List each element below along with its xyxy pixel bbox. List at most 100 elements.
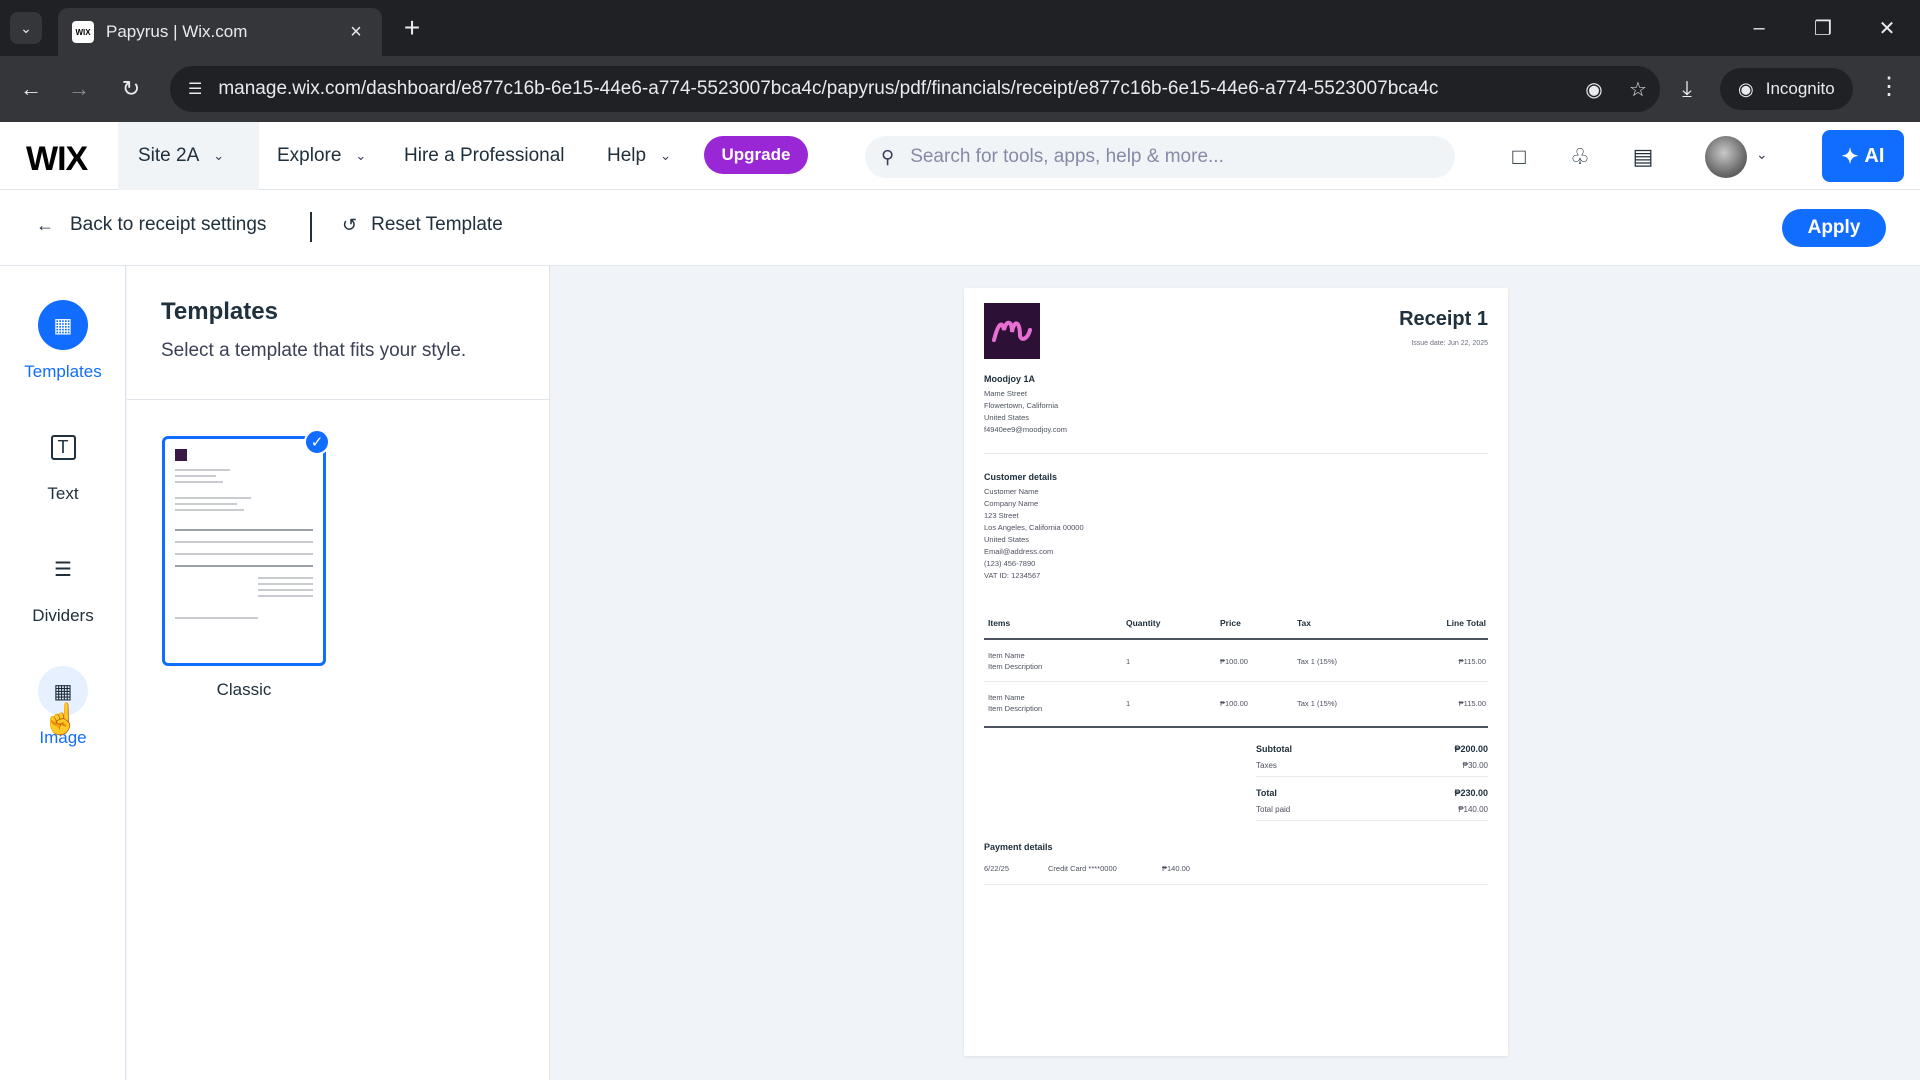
minimize-icon[interactable]: – <box>1736 10 1782 46</box>
nav-hire-professional[interactable]: Hire a Professional <box>404 122 565 190</box>
editor-subheader: ← Back to receipt settings ↺ Reset Templ… <box>0 190 1920 266</box>
apply-button[interactable]: Apply <box>1782 209 1886 247</box>
customer-details[interactable]: Customer details Customer Name Company N… <box>984 472 1284 582</box>
incognito-icon: ◉ <box>1738 78 1754 99</box>
table-header: Line Total <box>1446 618 1486 628</box>
total-value: ₱230.00 <box>1454 788 1488 798</box>
payment-date: 6/22/25 <box>984 864 1010 873</box>
rail-item-dividers[interactable]: ☰ Dividers <box>0 544 126 644</box>
back-arrow-icon[interactable]: ← <box>14 72 48 106</box>
item-cell: Item Name Item Description <box>988 650 1042 672</box>
forward-arrow-icon[interactable]: → <box>62 72 96 106</box>
window-close-icon[interactable]: ✕ <box>1864 10 1910 46</box>
rail-item-templates[interactable]: ▦ Templates <box>0 300 126 400</box>
restore-icon[interactable]: ❐ <box>1800 10 1846 46</box>
template-thumbnail-logo <box>175 449 187 461</box>
item-description: Item Description <box>988 662 1043 671</box>
divider <box>984 453 1488 454</box>
reset-label: Reset Template <box>371 214 503 235</box>
incognito-badge[interactable]: ◉ Incognito <box>1720 68 1853 110</box>
table-header: Quantity <box>1126 618 1161 628</box>
receipt-title[interactable]: Receipt 1 <box>1399 308 1488 331</box>
ai-assistant-button[interactable]: ✦ AI <box>1822 130 1904 182</box>
payment-heading: Payment details <box>984 842 1053 852</box>
rail-item-text[interactable]: T Text <box>0 422 126 522</box>
template-name: Classic <box>216 680 272 699</box>
nav-help[interactable]: Help ⌄ <box>607 122 671 190</box>
browser-tab[interactable]: WIX Papyrus | Wix.com × <box>58 8 382 56</box>
total-cell: ₱115.00 <box>1458 657 1486 666</box>
reset-template-button[interactable]: ↺ Reset Template <box>342 214 503 236</box>
browser-menu-icon[interactable]: ⋮ <box>1872 72 1906 101</box>
thumb-line <box>257 595 313 597</box>
table-row: Item Name Item Description 1 ₱100.00 Tax… <box>984 640 1488 682</box>
qty-cell: 1 <box>1126 657 1131 666</box>
nav-help-label: Help <box>607 145 647 166</box>
reset-icon: ↺ <box>342 214 358 235</box>
site-selector[interactable]: Site 2A ⌄ <box>118 122 259 190</box>
total-paid-value: ₱140.00 <box>1458 805 1488 814</box>
dividers-icon: ☰ <box>54 558 72 581</box>
panel-header: Templates Select a template that fits yo… <box>127 266 549 400</box>
upgrade-button[interactable]: Upgrade <box>704 136 808 174</box>
thumb-line <box>175 469 231 471</box>
customer-line: 123 Street <box>984 511 1019 520</box>
chat-icon[interactable]: □ <box>1502 142 1536 172</box>
total-cell: ₱115.00 <box>1458 699 1486 708</box>
payment-amount: ₱140.00 <box>1162 864 1190 873</box>
taxes-value: ₱30.00 <box>1462 761 1488 770</box>
business-card-icon[interactable]: ▤ <box>1626 142 1660 172</box>
omnibox[interactable]: ☰ manage.wix.com/dashboard/e877c16b-6e15… <box>170 66 1660 112</box>
issue-date: Issue date: Jun 22, 2025 <box>1411 340 1488 347</box>
receipt-preview: Receipt 1 Issue date: Jun 22, 2025 Moodj… <box>964 288 1508 1056</box>
download-icon[interactable]: ⤓ <box>1670 72 1704 106</box>
divider <box>984 884 1488 885</box>
site-name: Site 2A <box>138 145 200 166</box>
customer-line: United States <box>984 535 1030 544</box>
wix-favicon-icon: WIX <box>72 21 94 43</box>
thumb-line <box>175 503 238 505</box>
price-cell: ₱100.00 <box>1220 699 1248 708</box>
thumb-line <box>175 475 217 477</box>
wix-logo[interactable]: WIX <box>26 140 88 179</box>
thumb-line <box>175 553 313 555</box>
rail-label-templates: Templates <box>24 362 102 381</box>
payment-row: 6/22/25 Credit Card ****0000 ₱140.00 <box>984 860 1488 880</box>
hand-cursor-icon: ☝ <box>42 703 80 736</box>
back-to-receipt-settings-link[interactable]: ← Back to receipt settings <box>36 214 266 236</box>
eye-off-icon[interactable]: ◉ <box>1572 77 1616 102</box>
payment-details[interactable]: Payment details 6/22/25 Credit Card ****… <box>984 842 1488 885</box>
table-row: Item Name Item Description 1 ₱100.00 Tax… <box>984 682 1488 724</box>
avatar[interactable] <box>1705 136 1747 178</box>
template-card-classic[interactable] <box>162 436 326 666</box>
arrow-left-icon: ← <box>36 214 54 235</box>
item-description: Item Description <box>988 704 1043 713</box>
customer-heading: Customer details <box>984 472 1058 482</box>
price-cell: ₱100.00 <box>1220 657 1248 666</box>
customer-line: Los Angeles, California 00000 <box>984 523 1084 532</box>
wix-top-bar: WIX Site 2A ⌄ Explore ⌄ Hire a Professio… <box>0 122 1920 190</box>
thumb-line <box>175 541 313 543</box>
thumb-line <box>175 529 313 531</box>
nav-explore[interactable]: Explore ⌄ <box>277 122 366 190</box>
tab-list-chevron-icon[interactable]: ⌄ <box>10 12 42 44</box>
url-text[interactable]: manage.wix.com/dashboard/e877c16b-6e15-4… <box>218 78 1572 100</box>
address-bar: ← → ↻ ☰ manage.wix.com/dashboard/e877c16… <box>0 56 1920 122</box>
tab-close-icon[interactable]: × <box>344 21 368 44</box>
search-input[interactable]: ⚲ Search for tools, apps, help & more... <box>865 136 1455 178</box>
thumb-line <box>257 583 313 585</box>
customer-line: (123) 456-7890 <box>984 559 1036 568</box>
chevron-down-icon[interactable]: ⌄ <box>1756 146 1768 163</box>
reload-icon[interactable]: ↻ <box>114 72 148 106</box>
bookmark-star-icon[interactable]: ☆ <box>1616 77 1660 102</box>
payment-method: Credit Card ****0000 <box>1048 864 1117 873</box>
notifications-bell-icon[interactable]: ♧ <box>1563 142 1597 172</box>
site-settings-icon[interactable]: ☰ <box>188 79 202 99</box>
item-name: Item Name <box>988 651 1025 660</box>
divider <box>310 212 312 242</box>
company-logo[interactable] <box>984 303 1040 359</box>
new-tab-plus-icon[interactable]: + <box>396 12 428 44</box>
thumb-line <box>175 617 258 619</box>
divider <box>1256 776 1488 777</box>
company-details[interactable]: Moodjoy 1A Mame Street Flowertown, Calif… <box>984 374 1284 436</box>
